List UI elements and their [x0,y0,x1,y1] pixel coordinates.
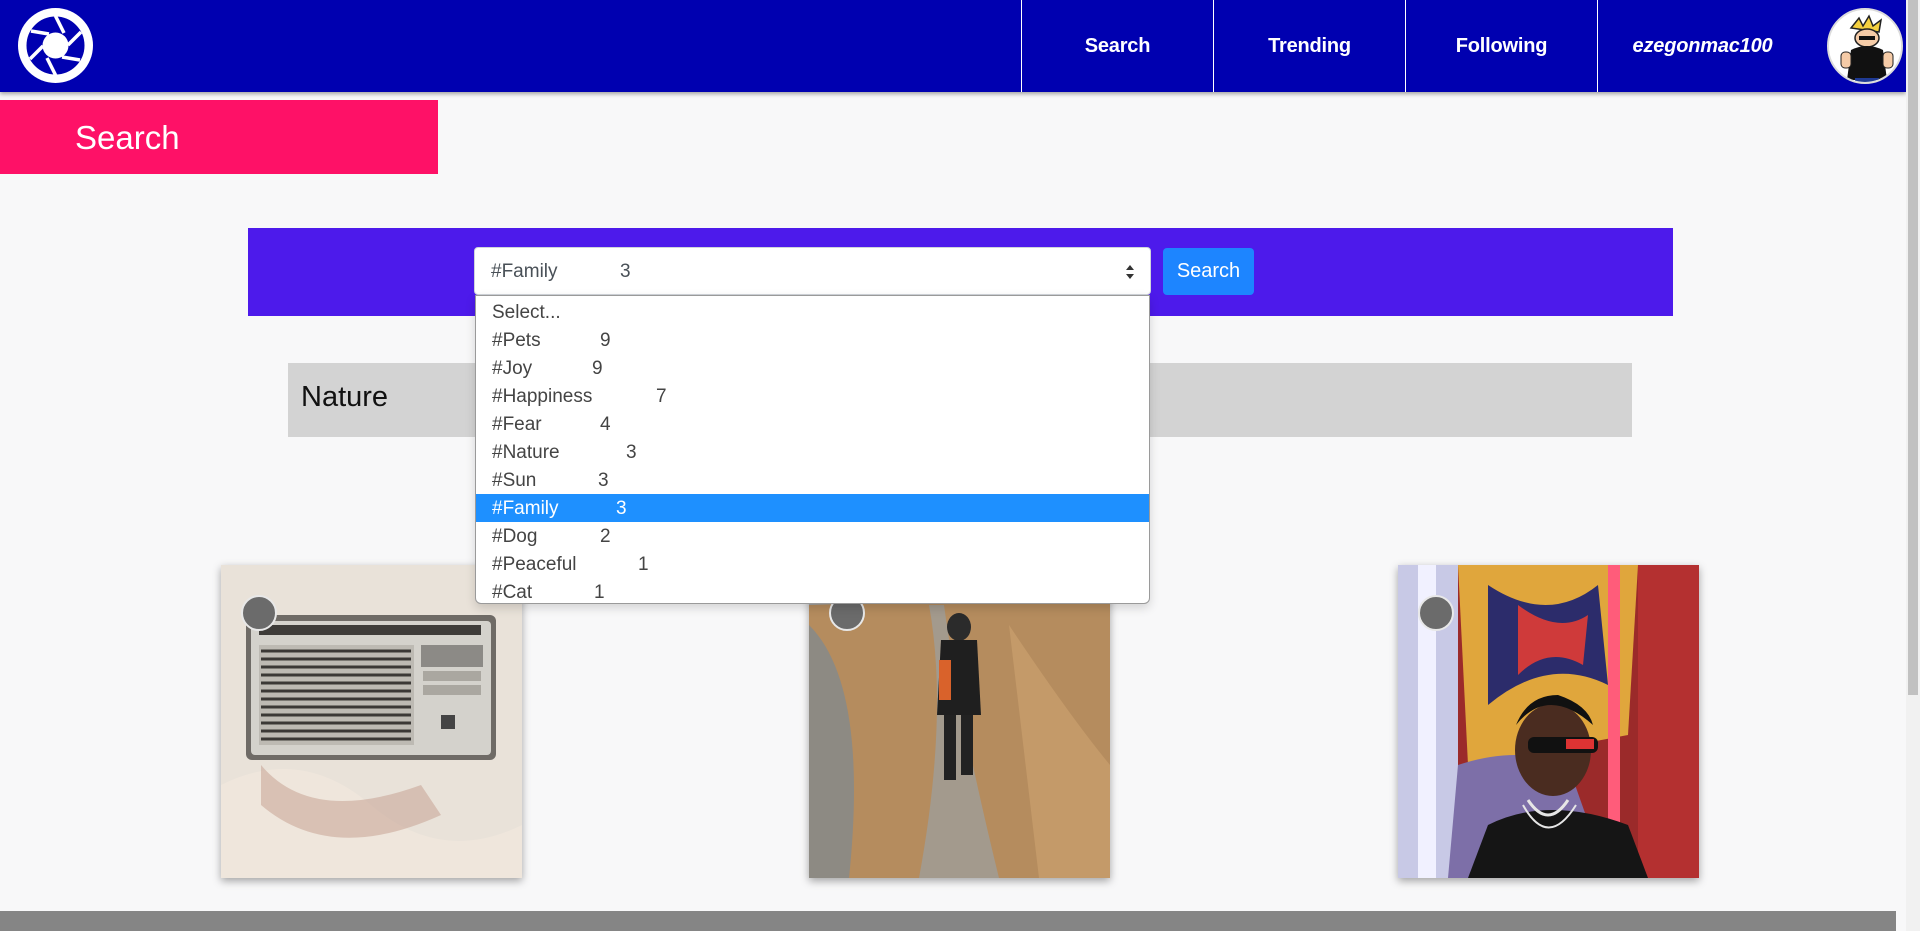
top-navbar: Search Trending Following ezegonmac100 [0,0,1906,92]
nav-trending-link[interactable]: Trending [1213,0,1405,92]
option-tag: #Pets [492,330,541,351]
option-tag: #Happiness [492,386,593,407]
dropdown-option[interactable]: #Joy 9 [476,354,1149,382]
option-count: 9 [600,330,611,351]
option-tag: #Cat [492,582,533,603]
nav-links: Search Trending Following ezegonmac100 [1021,0,1807,92]
dropdown-option[interactable]: #Nature 3 [476,438,1149,466]
hashtag-dropdown-list: Select... #Pets 9 #Joy 9 #Happiness 7 #Fear 4 #Na… [475,295,1150,604]
option-tag: #Peaceful [492,554,577,575]
nav-username-link[interactable]: ezegonmac100 [1597,0,1807,92]
option-tag: #Sun [492,470,537,491]
author-avatar[interactable] [241,595,277,631]
search-button[interactable]: Search [1163,248,1254,295]
dropdown-option[interactable]: #Happiness 7 [476,382,1149,410]
option-count: 1 [594,582,605,603]
option-tag: #Dog [492,526,538,547]
sort-caret-icon [1126,265,1134,279]
nav-search-link[interactable]: Search [1021,0,1213,92]
option-tag: Select... [492,302,561,323]
page-title: Search [75,119,180,156]
image-card-radio[interactable] [221,565,522,878]
camera-shutter-icon[interactable] [18,8,93,83]
option-count: 1 [638,554,649,575]
option-count: 4 [600,414,611,435]
option-count: 3 [598,470,609,491]
dropdown-option[interactable]: #Peaceful 1 [476,550,1149,578]
footer-bar [0,911,1896,931]
dropdown-option[interactable]: #Pets 9 [476,326,1149,354]
option-count: 7 [656,386,667,407]
dropdown-option[interactable]: #Fear 4 [476,410,1149,438]
option-tag: #Nature [492,442,560,463]
selected-tag: #Family [491,261,558,282]
dropdown-option[interactable]: #Cat 1 [476,578,1149,606]
page-header: Search [0,100,438,174]
option-count: 3 [626,442,637,463]
dropdown-option[interactable]: #Dog 2 [476,522,1149,550]
image-card-hiker[interactable] [809,565,1110,878]
dropdown-option[interactable]: #Family 3 [476,494,1149,522]
dropdown-option[interactable]: Select... [476,298,1149,326]
page-scrollbar[interactable] [1906,0,1920,931]
option-count: 3 [616,498,627,519]
image-card-man[interactable] [1398,565,1699,878]
option-count: 2 [600,526,611,547]
option-tag: #Family [492,498,559,519]
user-avatar[interactable] [1827,8,1903,84]
dropdown-option[interactable]: #Sun 3 [476,466,1149,494]
author-avatar[interactable] [1418,595,1454,631]
option-tag: #Fear [492,414,542,435]
scrollbar-thumb[interactable] [1908,0,1918,695]
nav-following-link[interactable]: Following [1405,0,1597,92]
hashtag-select[interactable]: #Family 3 [474,247,1151,295]
cartoon-avatar-icon [1829,10,1901,82]
section-title: Nature [301,381,389,413]
option-tag: #Joy [492,358,533,379]
option-count: 9 [592,358,603,379]
selected-count: 3 [620,261,631,282]
